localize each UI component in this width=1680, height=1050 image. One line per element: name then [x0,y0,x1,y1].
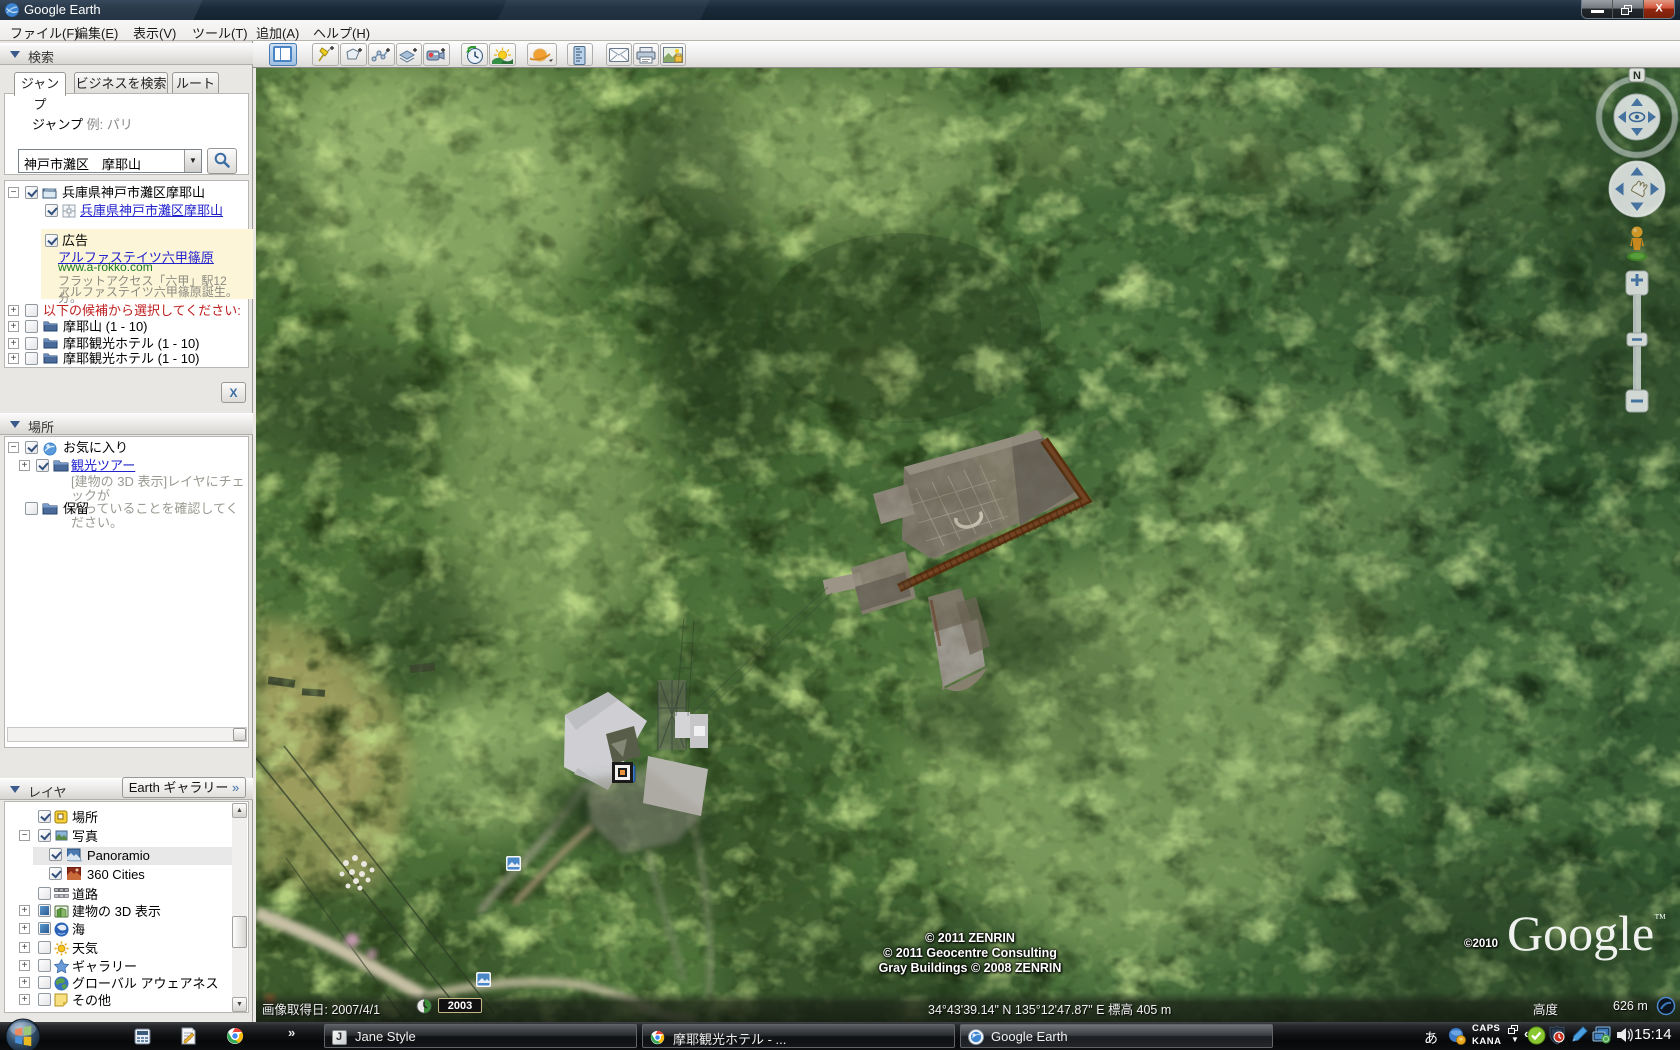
svg-text:N: N [1633,70,1641,82]
